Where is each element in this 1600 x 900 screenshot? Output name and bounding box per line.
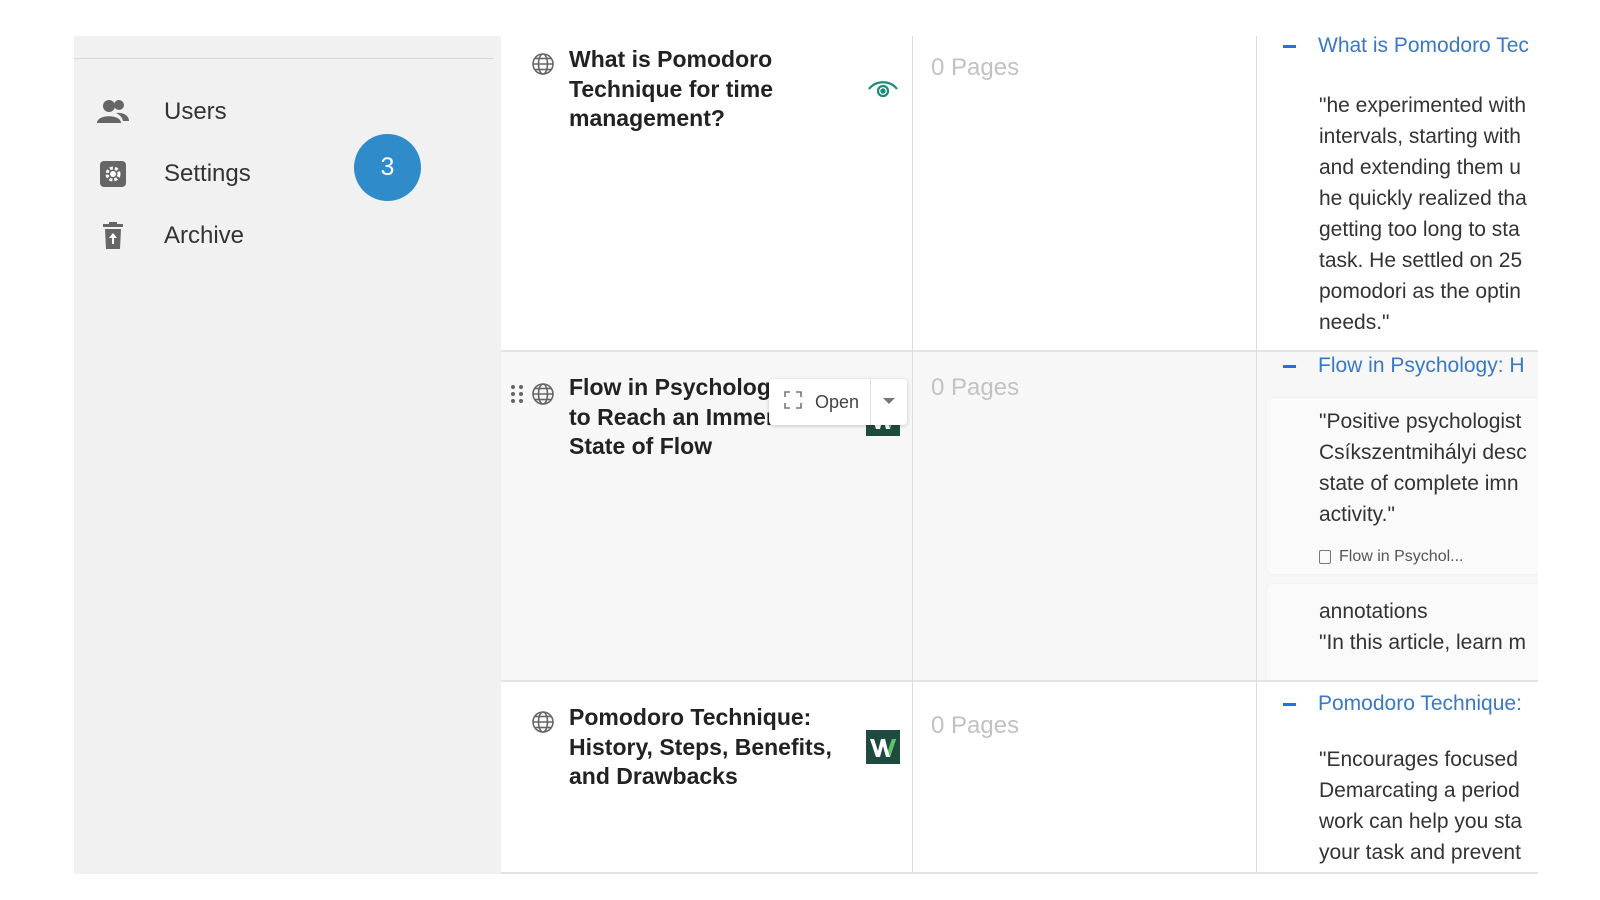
sidebar-item-label: Archive (164, 222, 245, 249)
open-popover: Open (769, 379, 907, 425)
annotation-cell: Pomodoro Technique: "Encourages focused … (1257, 682, 1538, 872)
table-row[interactable]: Flow in Psychology to Reach an Immersed … (501, 352, 1538, 682)
globe-icon (531, 382, 555, 406)
annotation-header[interactable]: What is Pomodoro Tec (1283, 36, 1529, 58)
sidebar-item-settings[interactable]: Settings (96, 154, 251, 194)
title-cell: Pomodoro Technique: History, Steps, Bene… (501, 682, 912, 872)
title-cell: What is Pomodoro Technique for time mana… (501, 36, 912, 350)
collapse-icon[interactable] (1283, 364, 1296, 368)
pages-count: 0 Pages (931, 54, 1020, 81)
annotation-source[interactable]: Flow in Psychol... (1319, 548, 1463, 566)
w-logo-icon[interactable] (866, 730, 900, 764)
sidebar-item-label: Settings (164, 160, 251, 187)
users-icon (96, 97, 130, 127)
annotation-cell: Flow in Psychology: H "Positive psycholo… (1257, 352, 1538, 680)
settings-icon (96, 159, 130, 189)
globe-icon (531, 52, 555, 76)
pages-table: What is Pomodoro Technique for time mana… (501, 36, 1538, 874)
table-row[interactable]: Pomodoro Technique: History, Steps, Bene… (501, 682, 1538, 874)
annotation-quote: "Positive psychologist Csíkszentmihályi … (1319, 410, 1527, 526)
expand-icon (783, 390, 803, 415)
annotation-cell: What is Pomodoro Tec "he experimented wi… (1257, 36, 1538, 350)
title-cell: Flow in Psychology to Reach an Immersed … (501, 352, 912, 680)
step-badge: 3 (354, 134, 421, 201)
sidebar-item-users[interactable]: Users (96, 92, 227, 132)
annotation-quote: "he experimented with intervals, startin… (1319, 94, 1527, 334)
document-icon (1319, 550, 1331, 564)
collapse-icon[interactable] (1283, 702, 1296, 706)
annotation-note: annotations "In this article, learn m (1319, 600, 1527, 654)
row-title[interactable]: What is Pomodoro Technique for time mana… (569, 45, 859, 134)
open-button[interactable]: Open (769, 379, 870, 425)
annotation-header[interactable]: Pomodoro Technique: (1283, 692, 1522, 716)
table-row[interactable]: What is Pomodoro Technique for time mana… (501, 36, 1538, 352)
chevron-down-icon (882, 393, 896, 411)
annotation-quote: "Encourages focused Demarcating a period… (1319, 748, 1523, 864)
collapse-icon[interactable] (1283, 44, 1296, 48)
open-dropdown-button[interactable] (871, 379, 907, 425)
sidebar-divider (74, 58, 493, 59)
globe-icon (531, 710, 555, 734)
annotation-header[interactable]: Flow in Psychology: H (1283, 354, 1525, 378)
row-title[interactable]: Pomodoro Technique: History, Steps, Bene… (569, 703, 859, 792)
drag-handle-icon[interactable] (509, 382, 525, 406)
sidebar: Users Settings Archive 3 (74, 36, 501, 874)
eye-icon[interactable] (866, 72, 900, 106)
trash-icon (96, 221, 130, 251)
pages-count: 0 Pages (931, 712, 1020, 739)
sidebar-item-label: Users (164, 98, 227, 125)
sidebar-item-archive[interactable]: Archive (96, 216, 244, 256)
pages-count: 0 Pages (931, 374, 1020, 401)
